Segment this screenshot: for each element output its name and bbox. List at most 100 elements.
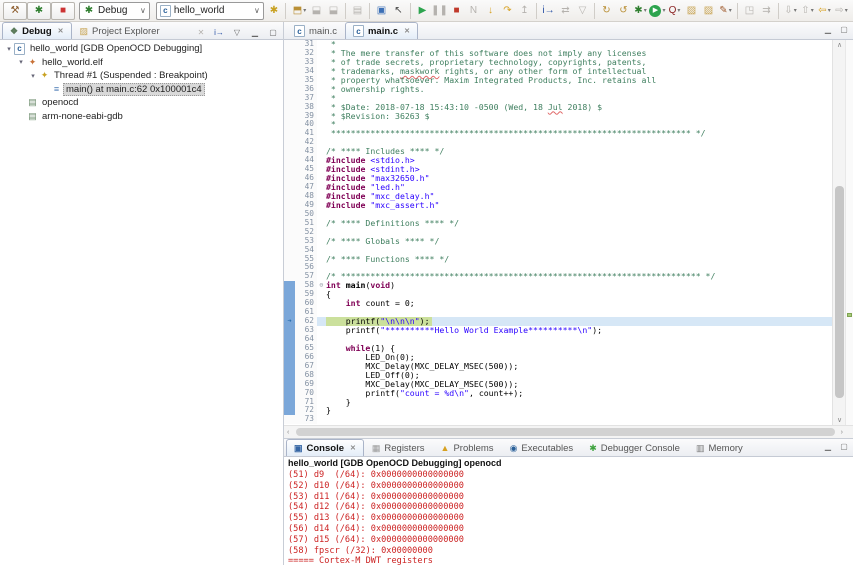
instruction-stepping-toggle[interactable]: i→ bbox=[212, 24, 226, 41]
annotation-gutter[interactable] bbox=[284, 192, 295, 201]
new-wizard-button[interactable]: ⬒▾ bbox=[291, 2, 308, 19]
annotation-gutter[interactable] bbox=[284, 228, 295, 237]
resume-button[interactable]: ▶ bbox=[414, 2, 431, 19]
scroll-right-arrow-icon[interactable]: › bbox=[841, 426, 843, 439]
launch-config-combo[interactable]: c hello_world ∨ bbox=[156, 2, 264, 20]
annotation-gutter[interactable] bbox=[284, 165, 295, 174]
annotation-gutter[interactable] bbox=[284, 76, 295, 85]
annotation-gutter[interactable] bbox=[284, 335, 295, 344]
annotation-gutter[interactable] bbox=[284, 246, 295, 255]
code-editor[interactable]: 31 *32 * The mere transfer of this softw… bbox=[284, 40, 832, 425]
annotation-gutter[interactable] bbox=[284, 326, 295, 335]
step-over-button[interactable]: ↷ bbox=[499, 2, 516, 19]
annotation-gutter[interactable] bbox=[284, 94, 295, 103]
tree-item-launch[interactable]: ▾chello_world [GDB OpenOCD Debugging] bbox=[0, 42, 283, 56]
forward-button[interactable]: ⇨▾ bbox=[833, 2, 850, 19]
terminate-button[interactable]: ■ bbox=[448, 2, 465, 19]
annotation-gutter[interactable] bbox=[284, 210, 295, 219]
annotation-gutter[interactable] bbox=[284, 201, 295, 210]
remove-all-terminated-button[interactable]: ✕ bbox=[194, 24, 208, 41]
annotation-gutter[interactable] bbox=[284, 353, 295, 362]
restart-button[interactable]: ↺ bbox=[615, 2, 632, 19]
annotation-gutter[interactable] bbox=[284, 344, 295, 353]
fold-collapse-icon[interactable]: ⊖ bbox=[317, 281, 326, 290]
annotation-gutter[interactable] bbox=[284, 290, 295, 299]
open-project-button[interactable]: ▨ bbox=[683, 2, 700, 19]
vertical-scroll-thumb[interactable] bbox=[835, 186, 844, 398]
annotation-gutter[interactable] bbox=[284, 237, 295, 246]
console-tab-problems[interactable]: ▲Problems bbox=[433, 439, 502, 456]
annotation-gutter[interactable] bbox=[284, 272, 295, 281]
external-tools-button[interactable]: Q▾ bbox=[666, 2, 683, 19]
tree-item-elf[interactable]: ▾✦hello_world.elf bbox=[0, 56, 283, 70]
launch-mode-combo[interactable]: ✱ Debug ∨ bbox=[79, 2, 150, 20]
suspend-button[interactable]: ❚❚ bbox=[431, 2, 448, 19]
debug-menu-button[interactable]: ✱▾ bbox=[632, 2, 649, 19]
expander-icon[interactable]: ▾ bbox=[16, 58, 26, 66]
view-tab-debug[interactable]: ❖Debug✕ bbox=[2, 22, 72, 39]
paintbrush-button[interactable]: ✎▾ bbox=[717, 2, 734, 19]
editor-tab-main-c[interactable]: cmain.c✕ bbox=[345, 22, 418, 39]
annotation-gutter[interactable] bbox=[284, 49, 295, 58]
annotation-gutter[interactable] bbox=[284, 58, 295, 67]
annotation-gutter[interactable] bbox=[284, 281, 295, 290]
annotation-gutter[interactable] bbox=[284, 308, 295, 317]
tree-item-gdb[interactable]: ▤arm-none-eabi-gdb bbox=[0, 110, 283, 124]
build-all-button[interactable]: ▤ bbox=[349, 2, 366, 19]
overview-ruler[interactable] bbox=[845, 40, 853, 425]
open-file-button[interactable]: ▨ bbox=[700, 2, 717, 19]
annotation-gutter[interactable] bbox=[284, 129, 295, 138]
close-icon[interactable]: ✕ bbox=[404, 27, 410, 35]
select-tool-button[interactable]: ↖ bbox=[390, 2, 407, 19]
annotation-gutter[interactable] bbox=[284, 263, 295, 272]
instruction-pointer-icon[interactable]: ➜ bbox=[284, 317, 295, 326]
code-line-51[interactable]: 51/* **** Definitions **** */ bbox=[284, 219, 832, 228]
minimize-button[interactable]: ▁ bbox=[822, 441, 834, 452]
annotation-gutter[interactable] bbox=[284, 406, 295, 415]
annotation-gutter[interactable] bbox=[284, 255, 295, 264]
drop-to-frame-button[interactable]: ⇄ bbox=[557, 2, 574, 19]
current-line-overview-mark[interactable] bbox=[847, 313, 852, 317]
minimize-button[interactable]: ▁ bbox=[248, 24, 262, 41]
annotation-gutter[interactable] bbox=[284, 183, 295, 192]
horizontal-scroll-thumb[interactable] bbox=[296, 428, 835, 436]
code-line-49[interactable]: 49#include "mxc_assert.h" bbox=[284, 201, 832, 210]
code-line-73[interactable]: 73 bbox=[284, 415, 832, 424]
save-button[interactable]: ⬓ bbox=[308, 2, 325, 19]
annotation-gutter[interactable] bbox=[284, 398, 295, 407]
code-line-71[interactable]: 71 } bbox=[284, 398, 832, 407]
build-hammer-button[interactable]: ⚒ bbox=[3, 2, 27, 20]
view-tab-project-explorer[interactable]: ▨Project Explorer bbox=[72, 22, 168, 39]
tree-item-stack-frame[interactable]: ≡main() at main.c:62 0x100001c4 bbox=[0, 83, 283, 97]
code-line-41[interactable]: 41 *************************************… bbox=[284, 129, 832, 138]
code-line-63[interactable]: 63 printf("**********Hello World Example… bbox=[284, 326, 832, 335]
reset-button[interactable]: ↻ bbox=[598, 2, 615, 19]
code-line-72[interactable]: 72} bbox=[284, 406, 832, 415]
stop-button[interactable]: ■ bbox=[51, 2, 75, 20]
launch-gear-icon[interactable]: ✱ bbox=[268, 2, 280, 19]
code-line-53[interactable]: 53/* **** Globals **** */ bbox=[284, 237, 832, 246]
close-icon[interactable]: ✕ bbox=[58, 27, 64, 35]
tree-item-thread[interactable]: ▾✦Thread #1 (Suspended : Breakpoint) bbox=[0, 69, 283, 83]
annotation-gutter[interactable] bbox=[284, 156, 295, 165]
expander-icon[interactable]: ▾ bbox=[28, 72, 38, 80]
step-into-button[interactable]: ↓ bbox=[482, 2, 499, 19]
step-return-button[interactable]: ↥ bbox=[516, 2, 533, 19]
console-tab-memory[interactable]: ▥Memory bbox=[688, 439, 751, 456]
run-menu-button[interactable]: ▶▾ bbox=[649, 2, 666, 19]
editor-vertical-scrollbar[interactable]: ∧ ∨ bbox=[832, 40, 845, 425]
console-tab-executables[interactable]: ◉Executables bbox=[502, 439, 582, 456]
code-line-58[interactable]: 58⊖int main(void) bbox=[284, 281, 832, 290]
console-tab-registers[interactable]: ▦Registers bbox=[364, 439, 433, 456]
prev-annotation-button[interactable]: ⇧▾ bbox=[799, 2, 816, 19]
annotation-gutter[interactable] bbox=[284, 67, 295, 76]
maximize-button[interactable]: ▢ bbox=[838, 24, 850, 35]
editor-tab-main-c[interactable]: cmain.c bbox=[286, 22, 345, 39]
code-line-60[interactable]: 60 int count = 0; bbox=[284, 299, 832, 308]
console-tab-debugger-console[interactable]: ✱Debugger Console bbox=[581, 439, 688, 456]
annotation-gutter[interactable] bbox=[284, 299, 295, 308]
debug-bug-button[interactable]: ✱ bbox=[27, 2, 51, 20]
annotation-gutter[interactable] bbox=[284, 362, 295, 371]
code-line-39[interactable]: 39 * $Revision: 36263 $ bbox=[284, 112, 832, 121]
link-editor-button[interactable]: ⇉ bbox=[758, 2, 775, 19]
